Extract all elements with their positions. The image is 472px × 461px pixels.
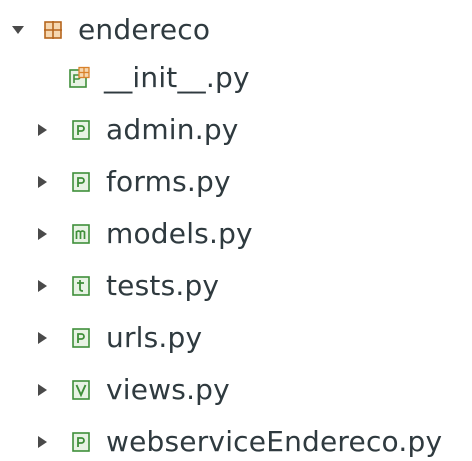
project-tree: endereco __init__.py admin.py forms.py m… [0,0,472,461]
tree-item-init-py[interactable]: __init__.py [66,52,250,104]
collapsed-arrow-icon[interactable] [34,330,50,346]
tree-item-label: urls.py [106,321,203,354]
collapsed-arrow-icon[interactable] [34,278,50,294]
collapsed-arrow-icon[interactable] [34,434,50,450]
init-python-file-icon [66,65,92,91]
collapsed-arrow-icon[interactable] [34,226,50,242]
collapsed-arrow-icon[interactable] [34,174,50,190]
package-icon [40,17,66,43]
tree-item-label: forms.py [106,165,231,198]
tree-item-webserviceendereco-py[interactable]: webserviceEndereco.py [34,416,442,461]
tree-item-label: admin.py [106,113,239,146]
tree-item-label: webserviceEndereco.py [106,425,443,458]
tree-item-label: views.py [106,373,230,406]
tree-item-urls-py[interactable]: urls.py [34,312,202,364]
expanded-arrow-icon[interactable] [10,22,26,38]
tree-item-views-py[interactable]: views.py [34,364,230,416]
tree-item-endereco[interactable]: endereco [10,4,210,56]
views-file-icon [68,377,94,403]
tree-item-admin-py[interactable]: admin.py [34,104,239,156]
tree-item-tests-py[interactable]: tests.py [34,260,219,312]
models-file-icon [68,221,94,247]
python-file-icon [68,429,94,455]
tree-item-label: __init__.py [104,61,250,94]
collapsed-arrow-icon[interactable] [34,382,50,398]
tree-item-label: tests.py [106,269,220,302]
python-file-icon [68,169,94,195]
tree-item-forms-py[interactable]: forms.py [34,156,231,208]
python-file-icon [68,325,94,351]
tree-item-label: endereco [78,13,211,46]
python-file-icon [68,117,94,143]
tree-item-label: models.py [106,217,253,250]
tests-file-icon [68,273,94,299]
tree-item-models-py[interactable]: models.py [34,208,253,260]
collapsed-arrow-icon[interactable] [34,122,50,138]
